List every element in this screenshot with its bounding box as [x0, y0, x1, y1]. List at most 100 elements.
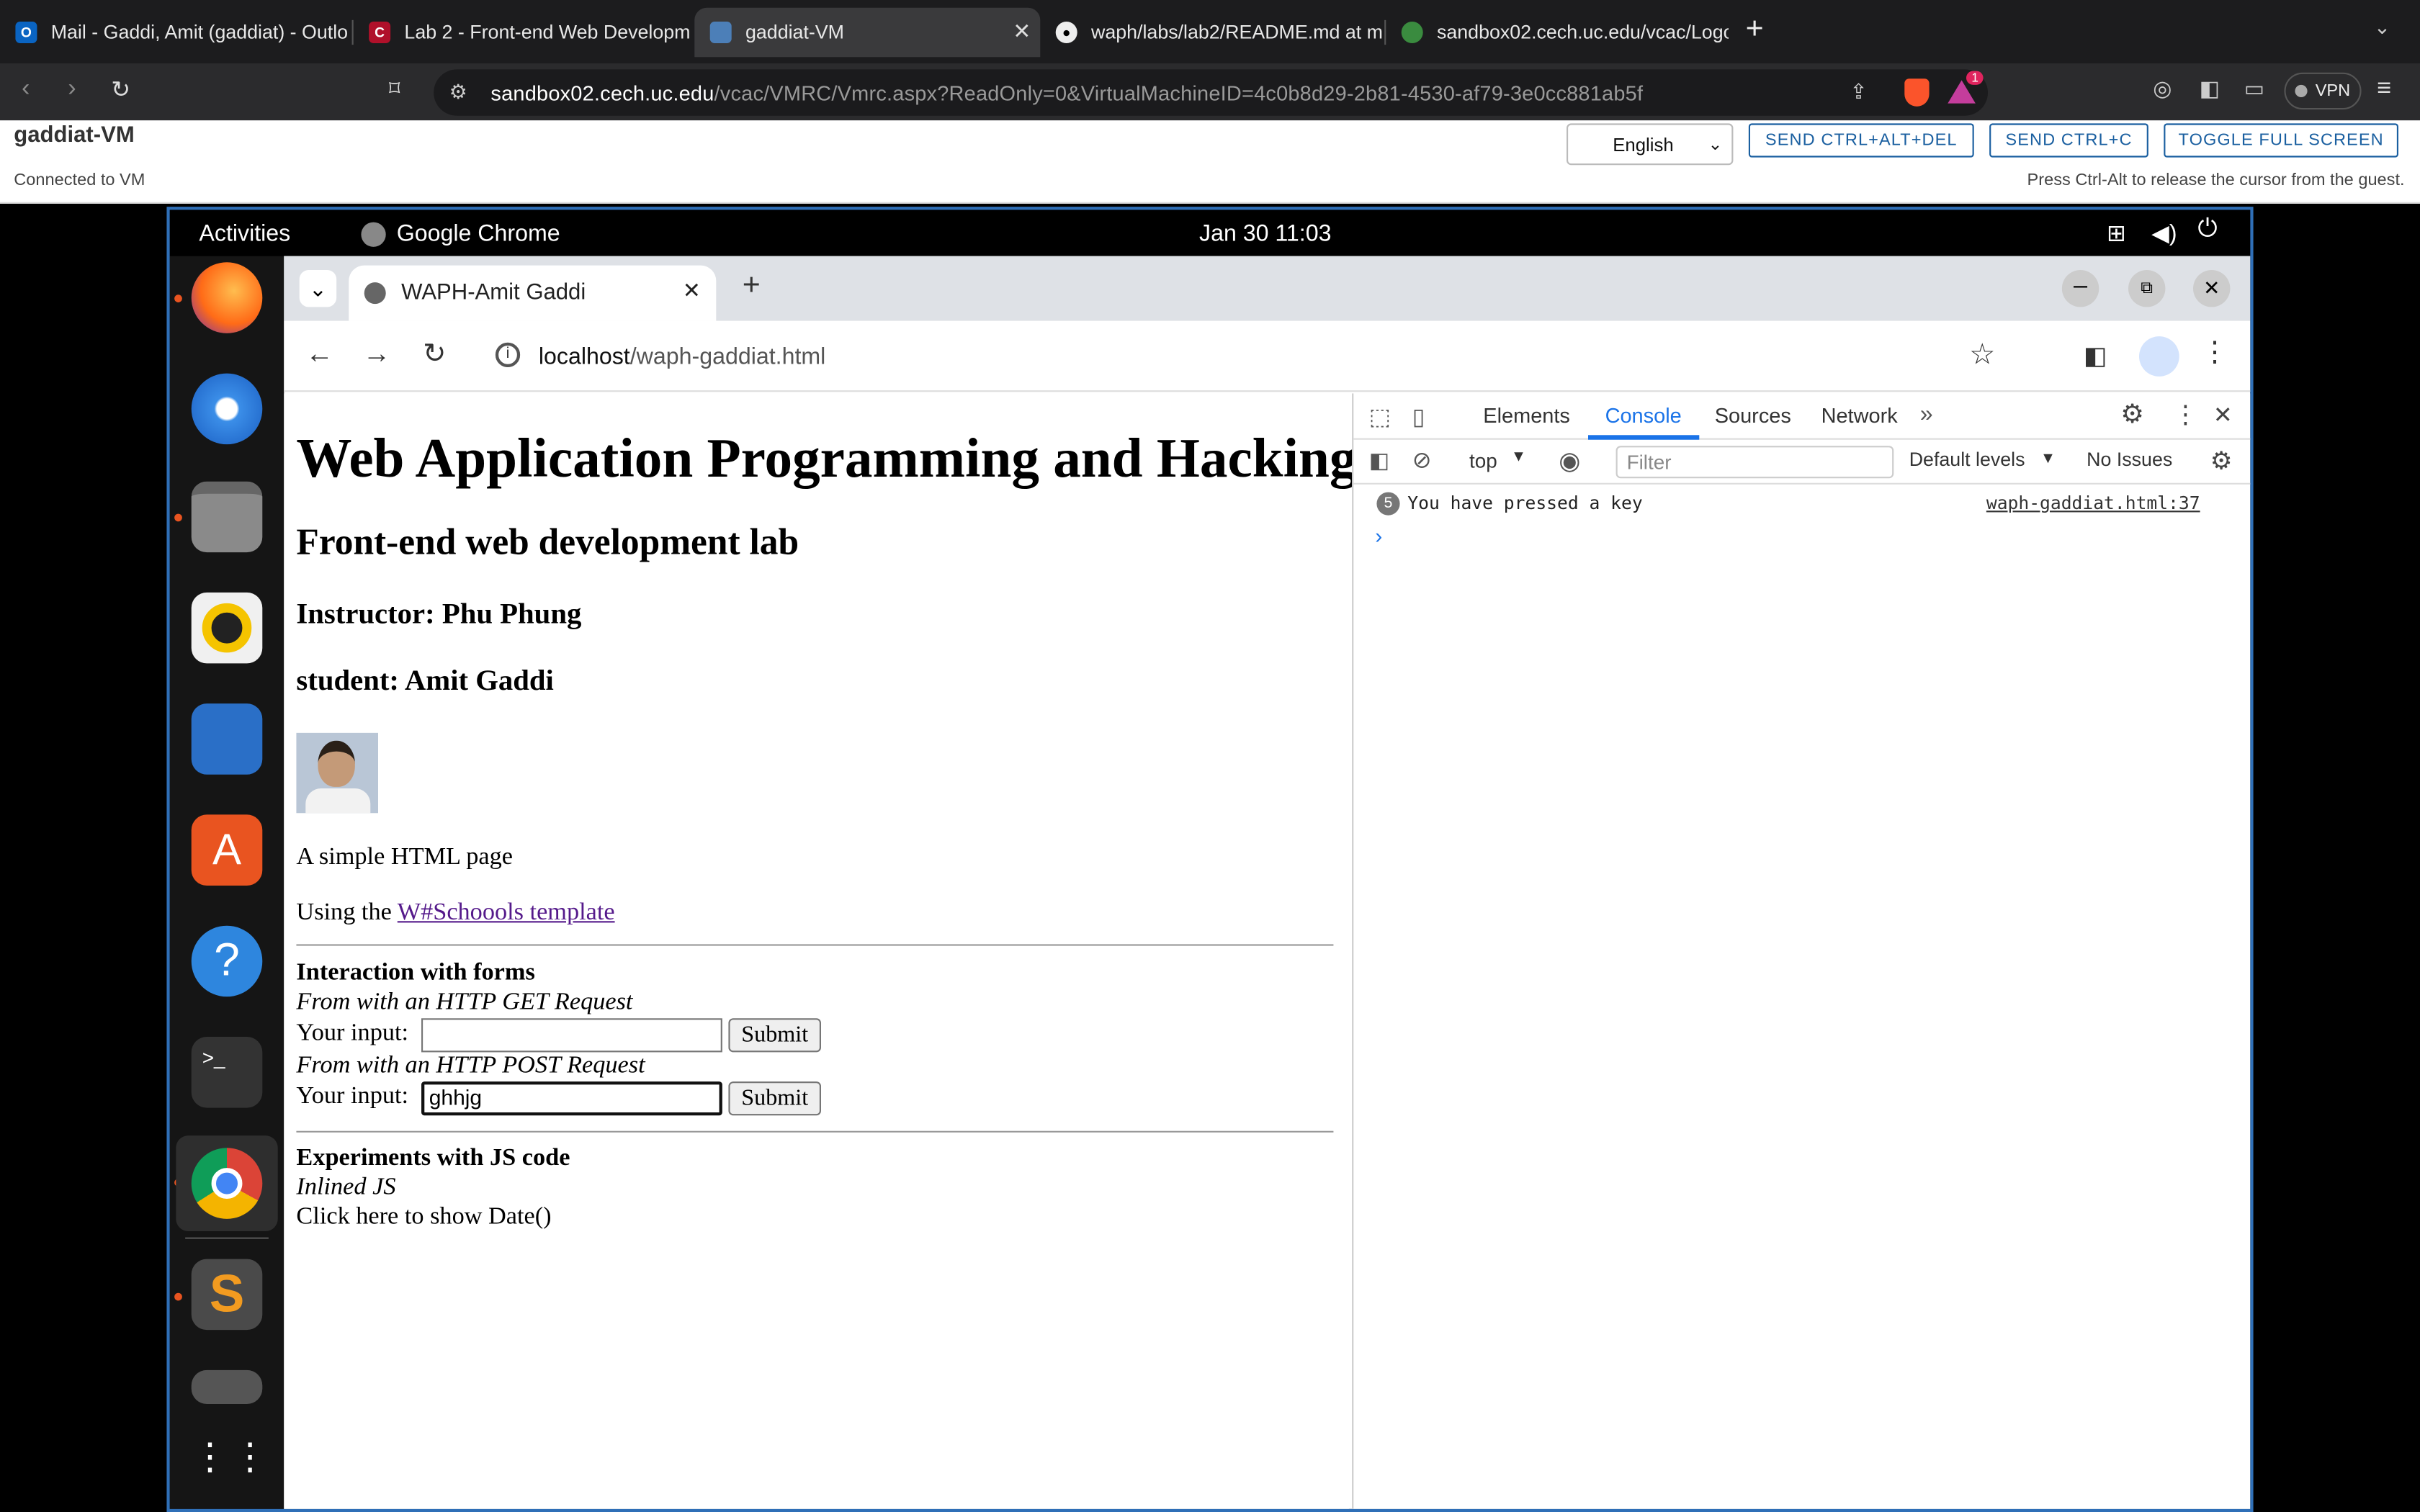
files-icon[interactable] — [191, 481, 263, 553]
devtools-tab-elements[interactable]: Elements — [1483, 404, 1570, 427]
firefox-icon[interactable] — [191, 262, 263, 333]
info-icon[interactable]: i — [495, 342, 521, 367]
host-tab-label: Mail - Gaddi, Amit (gaddiat) - Outlo — [50, 22, 349, 43]
bookmark-star-icon[interactable]: ☆ — [1969, 338, 1996, 373]
menu-icon[interactable]: ≡ — [2377, 76, 2391, 104]
power-icon[interactable]: ⏻ — [2197, 216, 2217, 244]
forward-icon[interactable]: → — [363, 338, 391, 370]
devtools-tab-sources[interactable]: Sources — [1715, 404, 1791, 427]
volume-icon[interactable]: ◀) — [2151, 219, 2177, 246]
console-settings-icon[interactable]: ⚙ — [2210, 446, 2233, 477]
host-tab-outlook[interactable]: O Mail - Gaddi, Amit (gaddiat) - Outlo — [0, 8, 349, 58]
divider — [296, 944, 1334, 946]
github-icon: ● — [1055, 22, 1077, 43]
tab-search-icon[interactable]: ⌄ — [299, 270, 337, 307]
new-tab-icon[interactable]: + — [743, 269, 761, 304]
devtools-tab-console[interactable]: Console — [1605, 404, 1682, 427]
brave-shields-icon[interactable] — [1904, 78, 1930, 107]
issues-counter[interactable]: No Issues — [2087, 449, 2172, 471]
activities-button[interactable]: Activities — [199, 220, 290, 246]
vpn-button[interactable]: VPN — [2284, 72, 2362, 110]
context-selector[interactable]: top — [1469, 449, 1497, 472]
gnome-dock: A ? >_ S ⋮⋮⋮ — [169, 256, 309, 1509]
send-ctrl-c-button[interactable]: SEND CTRL+C — [1989, 123, 2148, 158]
console-toolbar: ◧ ⊘ top ▼ ◉ Filter Default levels ▼ No I… — [1353, 440, 2251, 485]
host-tab-vm[interactable]: gaddiat-VM ✕ — [694, 7, 1041, 58]
vm-console[interactable]: Activities Google Chrome Jan 30 11:03 ⊞ … — [166, 207, 2254, 1512]
host-address-bar[interactable]: ⚙ sandbox02.cech.uc.edu/vcac/VMRC/Vmrc.a… — [434, 69, 1988, 116]
close-tab-icon[interactable]: ✕ — [683, 278, 701, 304]
forward-icon[interactable]: › — [68, 76, 76, 104]
wallet-icon[interactable]: ▭ — [2244, 76, 2264, 102]
w3schools-link[interactable]: W#Schoools template — [398, 899, 615, 925]
web-page: Web Application Programming and Hacking … — [284, 393, 1358, 1509]
reload-icon[interactable]: ↻ — [423, 338, 446, 370]
guest-toolbar: ← → ↻ i localhost/waph-gaddiat.html ☆ ◧ … — [284, 320, 2251, 392]
log-levels-dropdown[interactable]: Default levels — [1909, 449, 2025, 471]
close-tab-icon[interactable]: ✕ — [1013, 19, 1031, 45]
minimize-icon[interactable]: – — [2061, 270, 2099, 307]
network-icon[interactable]: ⊞ — [2107, 219, 2126, 246]
drive-icon[interactable] — [191, 1369, 263, 1404]
side-panel-icon[interactable]: ◧ — [2084, 341, 2107, 372]
close-window-icon[interactable]: ✕ — [2193, 270, 2231, 307]
console-prompt-icon[interactable]: › — [1375, 523, 1382, 547]
sidebar-toggle-icon[interactable]: ◧ — [1369, 447, 1389, 473]
host-tab-label: Lab 2 - Front-end Web Developmen — [404, 22, 690, 43]
console-filter-input[interactable]: Filter — [1615, 446, 1894, 479]
post-input-label: Your input: — [296, 1083, 409, 1110]
app-menu[interactable]: Google Chrome — [397, 220, 560, 246]
post-input-field[interactable]: ghhjg — [421, 1081, 722, 1116]
device-toolbar-icon[interactable]: ▯ — [1412, 402, 1425, 430]
clear-console-icon[interactable]: ⊘ — [1412, 446, 1432, 473]
levels-dropdown-icon: ▼ — [2040, 450, 2056, 468]
get-input-field[interactable] — [421, 1018, 722, 1053]
site-settings-icon[interactable]: ⚙ — [449, 80, 467, 104]
guest-address-bar[interactable]: i localhost/waph-gaddiat.html ☆ — [477, 328, 2020, 384]
send-ctrl-alt-del-button[interactable]: SEND CTRL+ALT+DEL — [1748, 123, 1974, 158]
reload-icon[interactable]: ↻ — [111, 76, 130, 103]
bookmark-icon[interactable]: ⌑ — [389, 76, 400, 102]
vm-name: gaddiat-VM — [14, 123, 135, 148]
show-apps-icon[interactable]: ⋮⋮⋮ — [192, 1423, 309, 1494]
sidebar-icon[interactable]: ◧ — [2200, 76, 2220, 102]
host-tab-lab2[interactable]: C Lab 2 - Front-end Web Developmen — [354, 8, 690, 58]
profile-avatar-icon[interactable] — [2139, 336, 2179, 377]
back-icon[interactable]: ← — [305, 338, 333, 370]
terminal-icon[interactable]: >_ — [191, 1037, 263, 1108]
live-expression-eye-icon[interactable]: ◉ — [1559, 446, 1580, 477]
gnome-top-bar: Activities Google Chrome Jan 30 11:03 ⊞ … — [169, 210, 2251, 256]
guest-menu-icon[interactable]: ⋮ — [2201, 336, 2229, 369]
page-title: Web Application Programming and Hacking — [296, 427, 1358, 490]
sublime-text-icon[interactable]: S — [191, 1259, 263, 1331]
devtools-menu-icon[interactable]: ⋮ — [2173, 400, 2197, 431]
back-icon[interactable]: ‹ — [22, 76, 30, 104]
toggle-full-screen-button[interactable]: TOGGLE FULL SCREEN — [2164, 123, 2398, 158]
more-tabs-icon[interactable]: » — [1920, 401, 1933, 427]
tab-search-chevron-icon[interactable]: ⌄ — [2374, 15, 2390, 40]
inspect-element-icon[interactable]: ⬚ — [1369, 402, 1391, 430]
language-select[interactable]: English ⌄ — [1567, 123, 1734, 166]
new-tab-icon[interactable]: + — [1746, 12, 1764, 48]
clock[interactable]: Jan 30 11:03 — [1199, 220, 1332, 246]
show-date-trigger[interactable]: Click here to show Date() — [296, 1203, 551, 1231]
share-icon[interactable]: ⇪ — [1850, 80, 1867, 104]
host-tab-sandbox[interactable]: sandbox02.cech.uc.edu/vcac/Logou — [1386, 8, 1729, 58]
chrome-icon[interactable] — [191, 1148, 263, 1219]
writer-icon[interactable] — [191, 703, 263, 775]
guest-tab-waph[interactable]: WAPH-Amit Gaddi ✕ — [349, 265, 717, 321]
host-tab-github[interactable]: ● waph/labs/lab2/README.md at main — [1040, 8, 1383, 58]
settings-gear-icon[interactable]: ⚙ — [2120, 400, 2144, 431]
get-submit-button[interactable]: Submit — [728, 1018, 821, 1053]
help-icon[interactable]: ? — [191, 925, 263, 997]
console-log-row: 5 You have pressed a key waph-gaddiat.ht… — [1353, 486, 2250, 520]
leo-icon[interactable]: ◎ — [2153, 76, 2172, 102]
close-devtools-icon[interactable]: ✕ — [2213, 401, 2233, 428]
post-submit-button[interactable]: Submit — [728, 1081, 821, 1116]
thunderbird-icon[interactable] — [191, 373, 263, 445]
devtools-tab-network[interactable]: Network — [1821, 404, 1898, 427]
rhythmbox-icon[interactable] — [191, 592, 263, 664]
console-source-link[interactable]: waph-gaddiat.html:37 — [1986, 492, 2200, 514]
app-center-icon[interactable]: A — [191, 814, 263, 886]
restore-icon[interactable]: ⧉ — [2128, 270, 2166, 307]
